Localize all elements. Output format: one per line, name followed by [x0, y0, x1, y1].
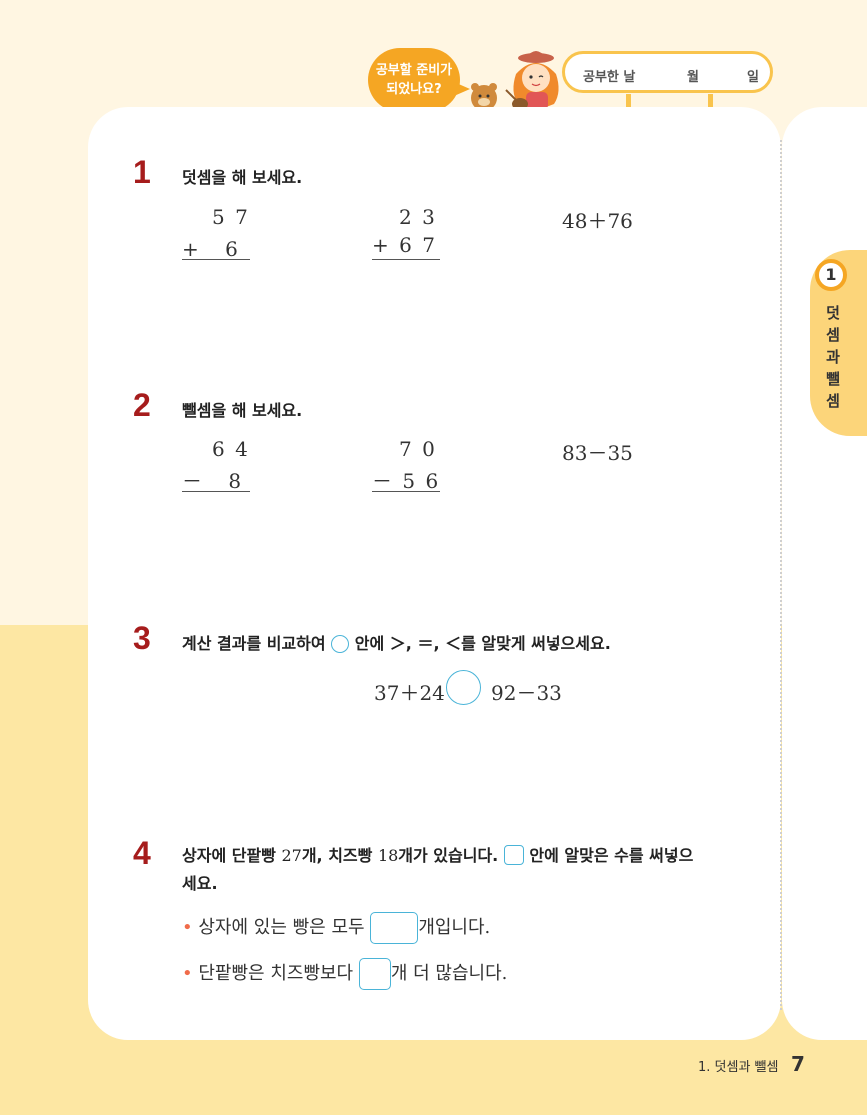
speech-line-1: 공부할 준비가: [375, 63, 453, 78]
q3-instruction-pre: 계산 결과를 비교하여: [182, 634, 326, 653]
question-3-number: 3: [133, 620, 151, 656]
side-card: [782, 107, 867, 1040]
question-4-number: 4: [133, 835, 151, 871]
circle-symbol-icon: [331, 635, 350, 653]
q4-text: 개가 있습니다.: [398, 846, 499, 865]
q1-problem3: 48＋76: [562, 209, 633, 233]
q2-problem2-line: [372, 491, 440, 492]
chapter-title-char: 셈: [826, 326, 840, 344]
compare-answer-circle[interactable]: [446, 670, 481, 705]
q1-problem2-top: 2 3: [399, 205, 437, 229]
study-date-box: 공부한 날 월 일: [562, 51, 773, 93]
question-3-instruction: 계산 결과를 비교하여 안에 ＞, ＝, ＜를 알맞게 써넣으세요.: [182, 630, 611, 654]
question-1-instruction: 덧셈을 해 보세요.: [182, 168, 303, 187]
bullet-dot-icon: •: [182, 917, 193, 938]
q2-problem2-bottom: － 5 6: [372, 469, 441, 493]
q4-bullet-2-pre: 단팥빵은 치즈빵보다: [198, 963, 354, 984]
chapter-number-badge: 1: [815, 259, 847, 291]
q4-bullet-1-pre: 상자에 있는 빵은 모두: [198, 917, 365, 938]
chapter-title-char: 덧: [826, 304, 840, 322]
q4-bullet-2: • 단팥빵은 치즈빵보다 개 더 많습니다.: [182, 958, 507, 990]
month-label: 월: [687, 70, 699, 85]
q3-instruction-post: 안에 ＞, ＝, ＜를 알맞게 써넣으세요.: [354, 634, 611, 653]
day-label: 일: [747, 70, 759, 85]
q4-text: 세요.: [182, 874, 218, 893]
q1-problem2-bottom: + 6 7: [372, 233, 437, 257]
q2-problem3: 83－35: [562, 441, 633, 465]
q2-problem1-bottom: － 8: [182, 469, 242, 493]
q1-problem2-line: [372, 259, 440, 260]
q3-left-expression: 37＋24: [374, 681, 445, 705]
dotted-divider: [780, 140, 782, 1010]
q4-text: 개, 치즈빵: [301, 846, 378, 865]
q3-right-expression: 92－33: [491, 681, 562, 705]
speech-bubble: 공부할 준비가 되었나요?: [368, 48, 470, 112]
q4-number-27: 27: [281, 846, 302, 865]
q2-problem1-top: 6 4: [212, 437, 250, 461]
q1-problem1-bottom: + 6: [182, 237, 238, 261]
answer-box-total[interactable]: [370, 912, 419, 944]
sign-post-left: [626, 94, 631, 108]
question-1-number: 1: [133, 154, 151, 190]
q2-problem1-line: [182, 491, 250, 492]
study-date-label: 공부한 날: [583, 70, 636, 85]
q4-text: 안에 알맞은 수를 써넣으: [529, 846, 694, 865]
sign-post-right: [708, 94, 713, 108]
bullet-dot-icon: •: [182, 963, 193, 984]
question-2-number: 2: [133, 387, 151, 423]
q2-problem2-top: 7 0: [399, 437, 437, 461]
chapter-title-vertical: 덧 셈 과 뺄 셈: [822, 302, 844, 412]
square-symbol-icon: [503, 845, 524, 865]
question-4-instruction: 상자에 단팥빵 27개, 치즈빵 18개가 있습니다. 안에 알맞은 수를 써넣…: [182, 842, 762, 898]
chapter-title-char: 셈: [826, 392, 840, 410]
chapter-title-char: 과: [826, 348, 840, 366]
answer-box-difference[interactable]: [358, 958, 391, 990]
page-number: 7: [791, 1052, 805, 1076]
question-2-instruction: 뺄셈을 해 보세요.: [182, 401, 303, 420]
q4-bullet-2-post: 개 더 많습니다.: [390, 963, 508, 984]
footer-chapter: 1. 덧셈과 뺄셈: [698, 1060, 779, 1075]
speech-line-2: 되었나요?: [386, 82, 442, 97]
q1-problem1-line: [182, 259, 250, 260]
q4-number-18: 18: [377, 846, 399, 865]
q4-bullet-1-post: 개입니다.: [418, 917, 491, 938]
chapter-title-char: 뺄: [826, 370, 840, 388]
q4-bullet-1: • 상자에 있는 빵은 모두 개입니다.: [182, 912, 490, 944]
q1-problem1-top: 5 7: [212, 205, 250, 229]
q4-text: 상자에 단팥빵: [182, 846, 282, 865]
